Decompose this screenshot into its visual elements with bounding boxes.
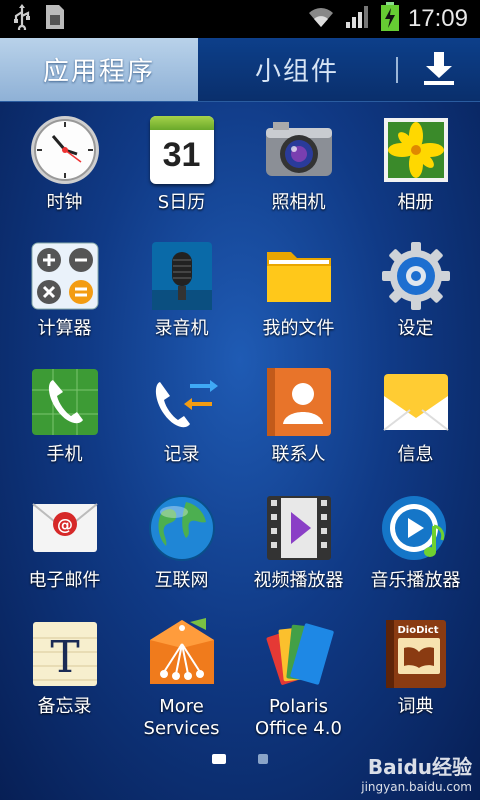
video-player-icon: [263, 492, 335, 564]
app-dictionary[interactable]: DioDict 词典: [357, 612, 474, 738]
app-video-player[interactable]: 视频播放器: [240, 486, 357, 612]
app-label: 信息: [397, 444, 434, 465]
wifi-icon: [306, 5, 336, 33]
app-phone[interactable]: 手机: [6, 360, 123, 486]
app-calendar[interactable]: 31 S日历: [123, 108, 240, 234]
watermark-url: jingyan.baidu.com: [361, 780, 472, 794]
app-gallery[interactable]: 相册: [357, 108, 474, 234]
settings-gear-icon: [380, 240, 452, 312]
email-icon: @: [29, 492, 101, 564]
app-call-log[interactable]: 记录: [123, 360, 240, 486]
page-dot-active[interactable]: [212, 754, 226, 764]
app-label: 照相机: [271, 192, 326, 213]
download-icon: [422, 50, 456, 90]
svg-text:@: @: [57, 515, 73, 534]
dictionary-brand: DioDict: [397, 625, 438, 636]
call-log-icon: [146, 366, 218, 438]
messages-icon: [380, 366, 452, 438]
app-clock[interactable]: 时钟: [6, 108, 123, 234]
more-services-icon: [146, 618, 218, 690]
calendar-day: 31: [162, 136, 201, 174]
app-label: 音乐播放器: [370, 570, 461, 591]
app-voice-recorder[interactable]: 录音机: [123, 234, 240, 360]
app-grid: 时钟 31 S日历 照相机 相册 计算器 录音机 我的文件 设定 手机 记录 联…: [0, 108, 480, 739]
app-label: More Services: [143, 696, 220, 739]
app-label: Polaris Office 4.0: [255, 696, 342, 739]
app-label: 联系人: [271, 444, 326, 465]
download-button[interactable]: [398, 38, 480, 101]
memo-icon: T: [29, 618, 101, 690]
app-label: 录音机: [154, 318, 209, 339]
dictionary-icon: DioDict: [380, 618, 452, 690]
tab-widgets[interactable]: 小组件: [198, 38, 396, 101]
app-polaris-office[interactable]: Polaris Office 4.0: [240, 612, 357, 739]
app-more-services[interactable]: More Services: [123, 612, 240, 739]
watermark: Baidu经验 jingyan.baidu.com: [361, 751, 472, 794]
app-label: 备忘录: [37, 696, 92, 717]
tab-apps[interactable]: 应用程序: [0, 38, 198, 101]
app-email[interactable]: @ 电子邮件: [6, 486, 123, 612]
app-label: 电子邮件: [28, 570, 101, 591]
app-camera[interactable]: 照相机: [240, 108, 357, 234]
app-label: 词典: [397, 696, 434, 717]
usb-icon: [12, 4, 32, 34]
clock-icon: [29, 114, 101, 186]
voice-recorder-icon: [146, 240, 218, 312]
polaris-office-icon: [263, 618, 335, 690]
music-player-icon: [380, 492, 452, 564]
status-time: 17:09: [407, 5, 468, 32]
battery-charging-icon: [380, 2, 400, 36]
app-label: 相册: [397, 192, 434, 213]
camera-icon: [263, 114, 335, 186]
calendar-icon: 31: [146, 114, 218, 186]
app-settings[interactable]: 设定: [357, 234, 474, 360]
app-label: 手机: [46, 444, 83, 465]
app-label: 设定: [397, 318, 434, 339]
folder-icon: [263, 240, 335, 312]
app-memo[interactable]: T 备忘录: [6, 612, 123, 738]
app-drawer-tabs: 应用程序 小组件: [0, 38, 480, 102]
watermark-title: Baidu经验: [367, 755, 472, 779]
app-my-files[interactable]: 我的文件: [240, 234, 357, 360]
app-label: 视频播放器: [253, 570, 344, 591]
phone-icon: [29, 366, 101, 438]
app-label: 记录: [163, 444, 200, 465]
page-dot[interactable]: [258, 754, 268, 764]
sim-icon: [44, 3, 66, 35]
gallery-icon: [380, 114, 452, 186]
app-music-player[interactable]: 音乐播放器: [357, 486, 474, 612]
contacts-icon: [263, 366, 335, 438]
globe-icon: [146, 492, 218, 564]
svg-text:T: T: [50, 632, 79, 683]
app-label: 时钟: [46, 192, 83, 213]
calculator-icon: [29, 240, 101, 312]
app-calculator[interactable]: 计算器: [6, 234, 123, 360]
signal-icon: [344, 4, 372, 34]
status-bar: 17:09: [0, 0, 480, 38]
app-label: 互联网: [154, 570, 209, 591]
app-internet[interactable]: 互联网: [123, 486, 240, 612]
app-label: S日历: [157, 192, 206, 213]
app-contacts[interactable]: 联系人: [240, 360, 357, 486]
app-label: 计算器: [37, 318, 92, 339]
app-label: 我的文件: [262, 318, 335, 339]
app-messages[interactable]: 信息: [357, 360, 474, 486]
